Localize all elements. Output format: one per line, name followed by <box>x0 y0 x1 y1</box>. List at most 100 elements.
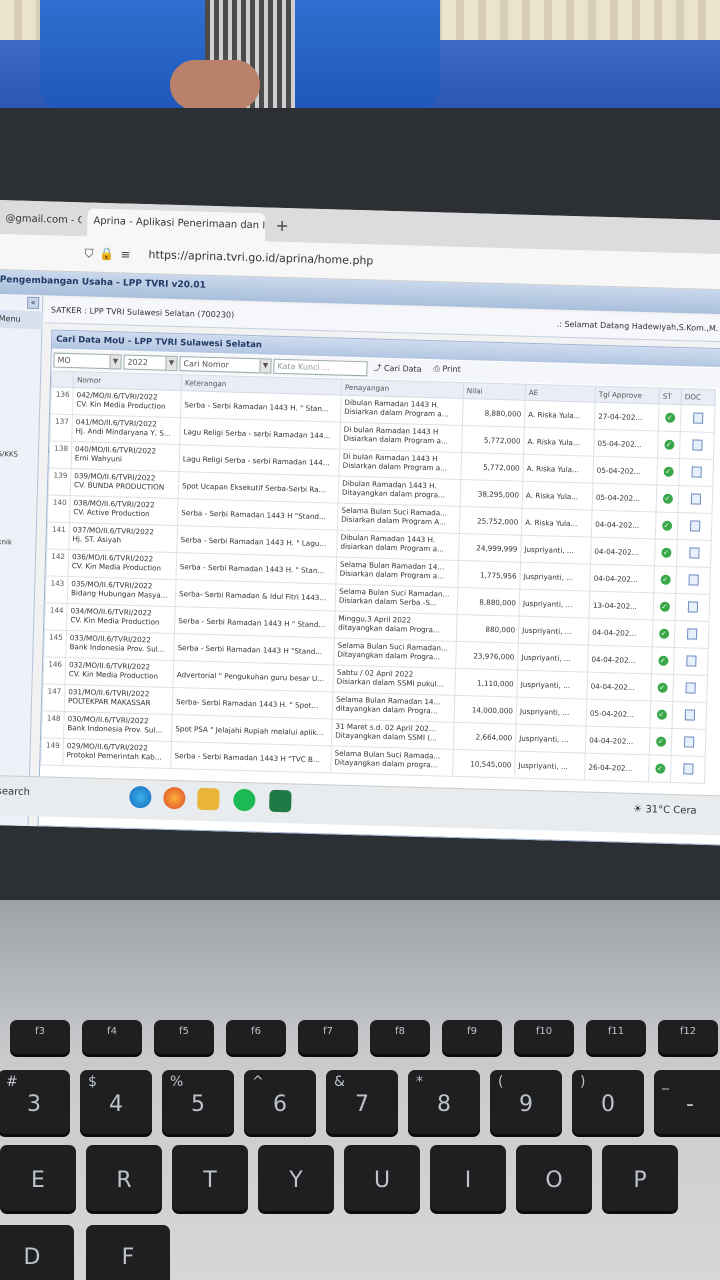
keyboard-key[interactable]: f9 <box>442 1020 502 1054</box>
check-icon[interactable]: ✓ <box>660 547 672 558</box>
spotify-icon[interactable] <box>233 788 256 812</box>
column-header <box>51 371 74 388</box>
keyboard-key[interactable]: Y <box>258 1145 334 1211</box>
document-icon[interactable] <box>691 438 703 451</box>
keyboard-key[interactable]: f4 <box>82 1020 142 1054</box>
column-header[interactable]: ST <box>659 387 682 405</box>
check-icon[interactable]: ✓ <box>654 763 666 774</box>
search-button[interactable]: ⤴ Cari Data <box>373 362 421 374</box>
nilai-cell: 10,545,000 <box>452 749 516 779</box>
taskbar-search[interactable]: to search <box>0 786 30 798</box>
keyboard-key[interactable]: f10 <box>514 1020 574 1054</box>
document-icon[interactable] <box>688 573 699 586</box>
ae-cell: A. Riska Yula... <box>524 400 596 430</box>
keyboard-key[interactable]: E <box>0 1145 76 1211</box>
check-icon[interactable]: ✓ <box>662 493 673 504</box>
browser-tab-gmail[interactable]: @gmail.com - G ✕ <box>0 206 81 236</box>
print-button[interactable]: ⎙ Print <box>433 364 461 375</box>
column-header[interactable]: Tgl Approve <box>595 386 660 404</box>
keyboard-key[interactable]: f5 <box>154 1020 214 1054</box>
menu-item[interactable]: teknik <box>0 538 12 547</box>
doc-cell <box>680 404 716 433</box>
keyboard-key[interactable]: O <box>516 1145 592 1211</box>
keyboard-key[interactable]: I <box>430 1145 506 1211</box>
ae-cell: Juspriyanti, ... <box>519 589 590 619</box>
status-cell: ✓ <box>656 457 680 486</box>
keyboard-key[interactable]: f7 <box>298 1020 358 1054</box>
keyboard-key[interactable]: & 7 <box>326 1070 398 1134</box>
security-lock-icon[interactable]: ⛉🔒≡ <box>84 246 136 262</box>
key-label: E <box>31 1168 45 1193</box>
document-icon[interactable] <box>685 681 696 694</box>
check-icon[interactable]: ✓ <box>657 655 669 666</box>
type-select[interactable]: MO ▼ <box>53 352 122 370</box>
document-icon[interactable] <box>691 465 702 478</box>
document-icon[interactable] <box>685 654 697 667</box>
year-select[interactable]: 2022 ▼ <box>123 354 178 372</box>
status-cell: ✓ <box>651 646 675 675</box>
document-icon[interactable] <box>684 708 695 721</box>
url-field[interactable]: https://aprina.tvri.go.id/aprina/home.ph… <box>148 248 373 267</box>
keyboard-key[interactable]: f3 <box>10 1020 70 1054</box>
check-icon[interactable]: ✓ <box>655 736 666 747</box>
mou-search-panel: Cari Data MoU - LPP TVRI Sulawesi Selata… <box>37 329 720 846</box>
tgl-approve-cell: 05-04-202... <box>593 429 659 458</box>
keyboard-key[interactable]: f6 <box>226 1020 286 1054</box>
keyboard-key[interactable]: f12 <box>658 1020 718 1054</box>
edge-icon[interactable] <box>129 785 152 809</box>
keyword-input[interactable]: Kata Kunci ... <box>273 358 368 377</box>
document-icon[interactable] <box>690 492 701 505</box>
document-icon[interactable] <box>688 546 700 559</box>
keyboard-key[interactable]: #3 <box>0 1070 70 1134</box>
person-hand <box>170 60 260 110</box>
menu-item[interactable]: KS/KKS <box>0 450 18 459</box>
weather-widget[interactable]: ☀ 31°C Cera <box>633 804 697 817</box>
keyboard-key[interactable]: ) 0 <box>572 1070 644 1134</box>
keyboard-key[interactable]: f8 <box>370 1020 430 1054</box>
keyboard-key[interactable]: F <box>86 1225 170 1280</box>
document-icon[interactable] <box>686 627 697 640</box>
file-explorer-icon[interactable] <box>197 787 220 811</box>
check-icon[interactable]: ✓ <box>659 601 670 612</box>
new-tab-button[interactable]: + <box>275 216 289 235</box>
document-icon[interactable] <box>689 519 700 532</box>
status-cell: ✓ <box>656 484 679 513</box>
firefox-icon[interactable] <box>163 786 186 810</box>
keyboard-key[interactable]: _ - <box>654 1070 720 1134</box>
collapse-menu-button[interactable]: « <box>26 296 40 310</box>
keyboard-key[interactable]: D <box>0 1225 74 1280</box>
nomor-cell: 036/MO/II.6/TVRI/2022 CV. Kin Media Produ… <box>68 549 177 580</box>
keyboard-key[interactable]: f11 <box>586 1020 646 1054</box>
ae-cell: Juspriyanti, ... <box>515 724 587 754</box>
status-cell: ✓ <box>650 700 673 729</box>
keyboard-key[interactable]: % 5 <box>162 1070 234 1134</box>
nomor-cell: 033/MO/II.6/TVRI/2022 Bank Indonesia Prov… <box>65 630 175 661</box>
keyboard-key[interactable]: $4 <box>80 1070 152 1134</box>
document-icon[interactable] <box>692 411 703 424</box>
nomor-cell: 032/MO/II.6/TVRI/2022 CV. Kin Media Produ… <box>64 657 174 688</box>
document-icon[interactable] <box>682 762 694 775</box>
document-icon[interactable] <box>683 735 694 748</box>
column-header[interactable]: Nilai <box>463 382 526 401</box>
row-number: 143 <box>45 575 69 604</box>
check-icon[interactable]: ✓ <box>658 628 669 639</box>
document-icon[interactable] <box>687 600 698 613</box>
keyboard-key[interactable]: R <box>86 1145 162 1211</box>
keyboard-key[interactable]: T <box>172 1145 248 1211</box>
column-header[interactable]: DOC <box>681 388 716 406</box>
excel-icon[interactable] <box>269 789 292 813</box>
check-icon[interactable]: ✓ <box>657 682 668 693</box>
check-icon[interactable]: ✓ <box>660 574 671 585</box>
keyboard-key[interactable]: (9 <box>490 1070 562 1134</box>
check-icon[interactable]: ✓ <box>664 412 675 423</box>
check-icon[interactable]: ✓ <box>663 439 675 450</box>
keyboard-key[interactable]: U <box>344 1145 420 1211</box>
keyboard-key[interactable]: P <box>602 1145 678 1211</box>
check-icon[interactable]: ✓ <box>663 466 674 477</box>
check-icon[interactable]: ✓ <box>661 520 672 531</box>
keyboard-key[interactable]: * 8 <box>408 1070 480 1134</box>
keyboard-key[interactable]: ^ 6 <box>244 1070 316 1134</box>
check-icon[interactable]: ✓ <box>656 709 667 720</box>
field-select[interactable]: Cari Nomor ▼ <box>179 356 272 374</box>
column-header[interactable]: AE <box>525 384 596 403</box>
